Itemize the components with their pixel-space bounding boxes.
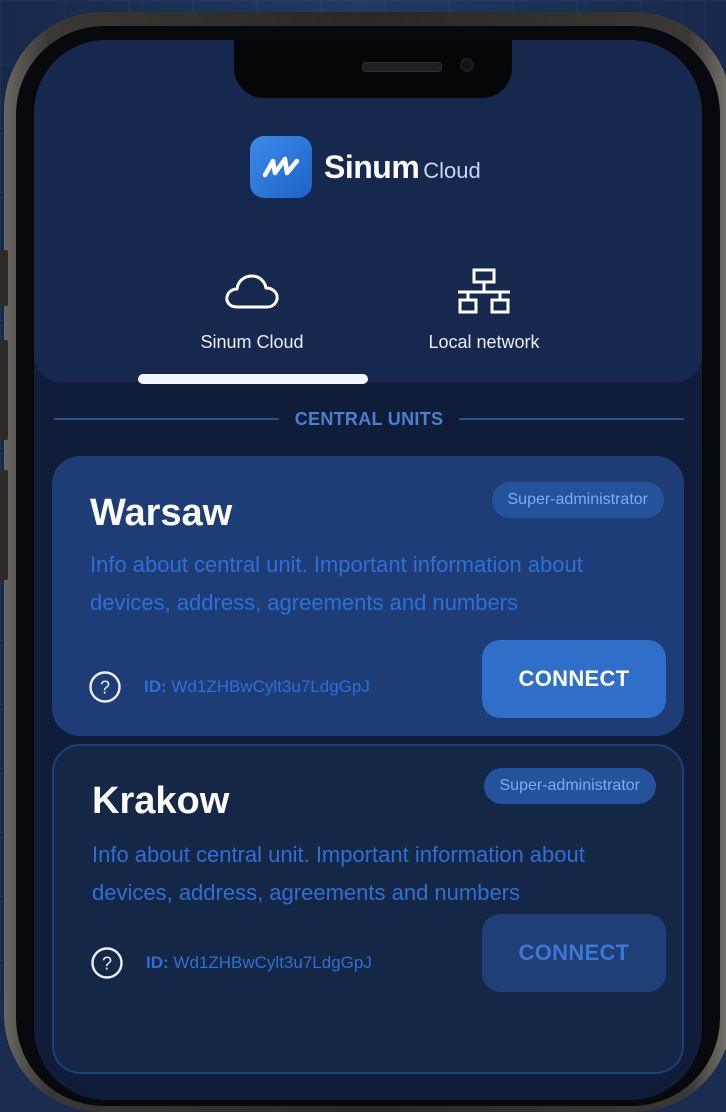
network-icon — [384, 264, 584, 320]
id-value: Wd1ZHBwCylt3u7LdgGpJ — [173, 953, 372, 972]
connect-button[interactable]: CONNECT — [482, 640, 666, 718]
brand-name: Sinum — [324, 148, 420, 185]
card-description: Info about central unit. Important infor… — [90, 552, 583, 615]
brand-logo: Sinum Cloud — [250, 136, 481, 198]
phone-screen: Sinum Cloud Sinum Cloud Local network CE… — [34, 40, 702, 1100]
tab-label: Sinum Cloud — [200, 332, 304, 352]
section-title: CENTRAL UNITS — [294, 408, 444, 429]
speaker-grille — [362, 62, 442, 72]
id-label: ID: — [144, 677, 167, 696]
role-badge: Super-administrator — [491, 482, 664, 518]
tab-local-network[interactable]: Local network — [384, 264, 584, 353]
phone-side-button — [0, 470, 8, 580]
card-id: ID: Wd1ZHBwCylt3u7LdgGpJ — [146, 953, 372, 973]
help-icon[interactable]: ? — [88, 670, 122, 704]
section-header: CENTRAL UNITS — [54, 404, 685, 434]
central-unit-card-krakow[interactable]: Krakow Super-administrator Info about ce… — [52, 744, 684, 1074]
cloud-icon — [152, 264, 352, 320]
divider — [459, 418, 685, 420]
sinum-logo-icon — [250, 136, 312, 198]
active-tab-indicator — [138, 374, 368, 384]
card-title: Krakow — [92, 780, 230, 822]
front-camera — [460, 58, 474, 72]
brand-subtitle: Cloud — [423, 158, 481, 183]
card-description: Info about central unit. Important infor… — [92, 842, 585, 905]
tab-sinum-cloud[interactable]: Sinum Cloud — [152, 264, 352, 353]
central-unit-card-warsaw[interactable]: Warsaw Super-administrator Info about ce… — [52, 456, 684, 736]
phone-side-button — [0, 250, 8, 306]
phone-notch — [234, 40, 512, 98]
role-badge: Super-administrator — [483, 768, 656, 804]
divider — [54, 418, 279, 420]
svg-text:?: ? — [102, 954, 112, 974]
card-id: ID: Wd1ZHBwCylt3u7LdgGpJ — [144, 677, 370, 697]
help-icon[interactable]: ? — [90, 946, 124, 980]
card-title: Warsaw — [90, 492, 233, 534]
id-label: ID: — [146, 953, 169, 972]
svg-text:?: ? — [100, 678, 110, 698]
tab-label: Local network — [428, 332, 540, 352]
phone-side-button — [0, 340, 8, 440]
connect-button[interactable]: CONNECT — [482, 914, 666, 992]
id-value: Wd1ZHBwCylt3u7LdgGpJ — [171, 677, 370, 696]
